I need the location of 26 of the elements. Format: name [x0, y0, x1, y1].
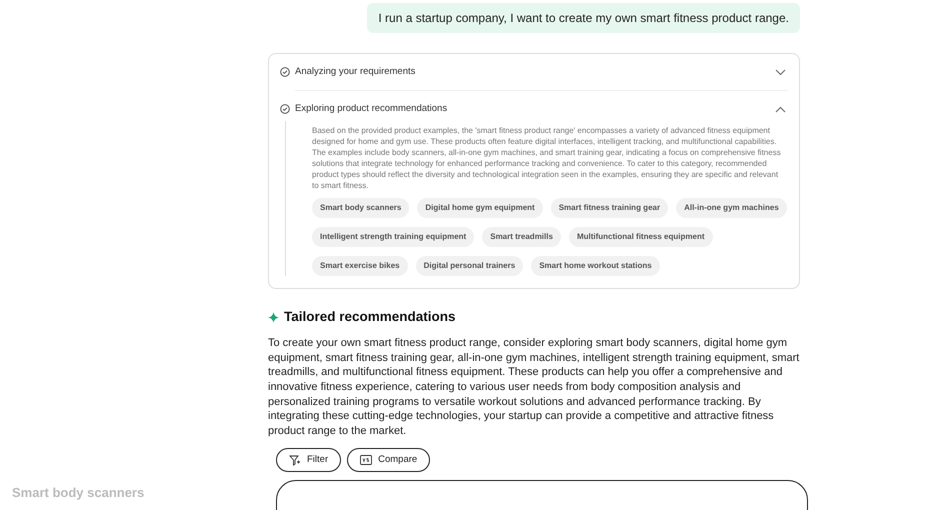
recommendation-text: To create your own smart fitness product range, consider exploring smart body scanners, digital home gym equipment, smart fitness training gear, all-in-one gym machines, intelligent strength training equipment, smart treadmills, and multifunctional fitness equipment. These products can help you offer a comprehensive and innovative fitness experience, catering to various user needs from body composition analysis and personalized training programs to versatile workout solutions and advanced performance tracking. By integrating these cutting-edge technologies, your startup can provide a competitive and attractive fitness product range to the market.: [268, 336, 800, 438]
suggestion-chip[interactable]: Smart body scanners: [312, 198, 410, 218]
chevron-down-icon[interactable]: [775, 68, 786, 76]
suggestion-chip[interactable]: Smart home workout stations: [531, 256, 660, 276]
user-message: I run a startup company, I want to create my own smart fitness product range.: [367, 3, 800, 33]
check-circle-icon: [280, 104, 290, 114]
suggestion-chip[interactable]: Digital home gym equipment: [417, 198, 543, 218]
suggestion-chip[interactable]: Smart fitness training gear: [550, 198, 668, 218]
check-circle-icon: [280, 67, 290, 77]
suggestion-chip[interactable]: Multifunctional fitness equipment: [568, 227, 712, 247]
step-description: Based on the provided product examples, the 'smart fitness product range' encompasses a variety of advanced fitness equipment designed for home and gym use. These products often feature digital interfaces, intelligent tracking, and multifunctional capabilities. The examples include body scanners, all-in-one gym machines, and smart training gear, indicating a focus on comprehensive fitness solutions that integrate technology for enhanced performance tracking and convenience. To cater to this category, recommended product types should reflect the diversity and technological integration seen in the examples, ensuring they are specific and relevant to smart fitness.: [312, 125, 782, 191]
filter-button[interactable]: Filter: [276, 448, 342, 472]
step-title[interactable]: Analyzing your requirements: [295, 64, 416, 80]
suggestion-chip[interactable]: Smart treadmills: [482, 227, 561, 247]
section-label: Smart body scanners: [12, 484, 144, 502]
sparkle-icon: [268, 312, 279, 323]
suggestion-chip[interactable]: Digital personal trainers: [416, 256, 524, 276]
suggestion-chip[interactable]: Intelligent strength training equipment: [312, 227, 474, 247]
filter-icon: [289, 454, 301, 466]
versus-icon: [360, 455, 372, 466]
chevron-up-icon[interactable]: [775, 106, 786, 112]
section-heading: Tailored recommendations: [284, 308, 456, 326]
suggestion-chip[interactable]: Smart exercise bikes: [312, 256, 408, 276]
step-title[interactable]: Exploring product recommendations: [295, 102, 448, 116]
suggestion-chip[interactable]: All-in-one gym machines: [676, 198, 787, 218]
compare-button[interactable]: Compare: [347, 448, 430, 472]
